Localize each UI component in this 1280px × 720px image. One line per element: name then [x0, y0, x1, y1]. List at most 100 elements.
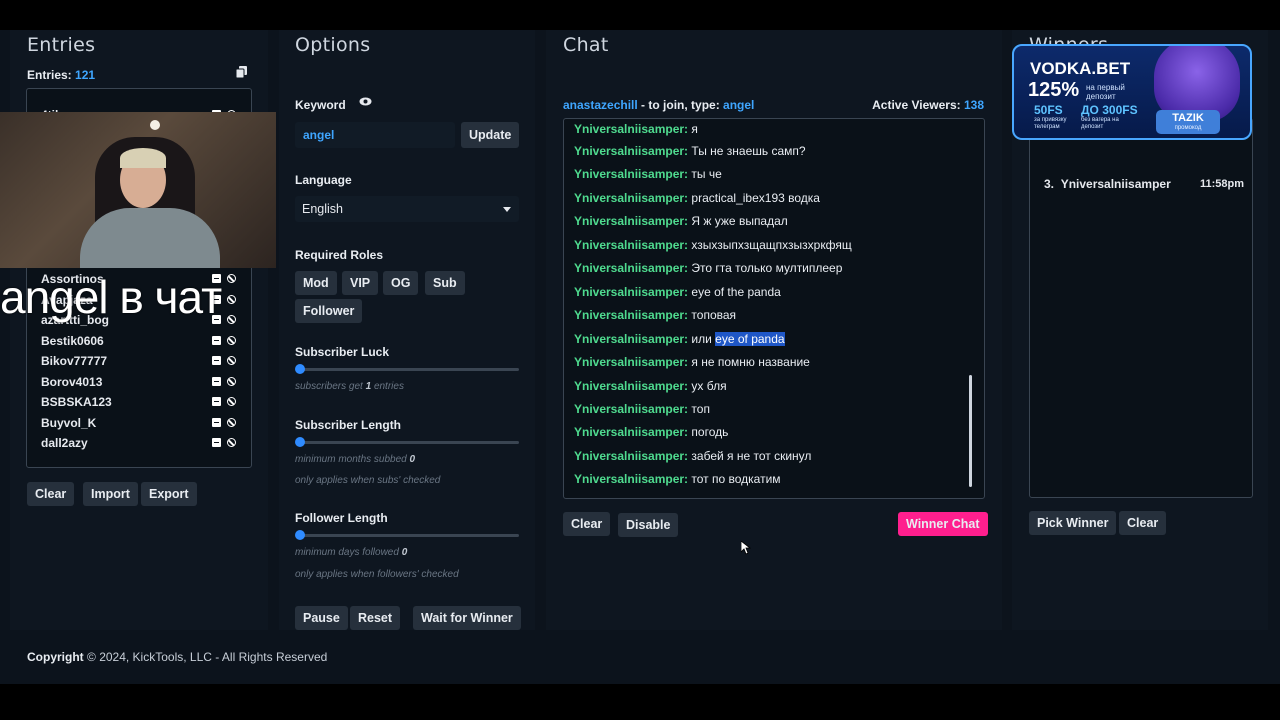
roles-label: Required Roles — [295, 248, 384, 262]
ban-icon[interactable] — [227, 295, 236, 304]
role-sub-button[interactable]: Sub — [425, 271, 465, 295]
remove-icon[interactable] — [212, 397, 221, 406]
chat-log[interactable]: Yniversalniisamper: я Yniversalniisamper… — [563, 118, 985, 499]
sub-luck-label: Subscriber Luck — [295, 345, 390, 359]
sub-length-hint2: only applies when subs' checked — [295, 475, 441, 486]
ad-fs2: ДО 300FS — [1081, 103, 1138, 117]
winners-clear-button[interactable]: Clear — [1119, 511, 1167, 535]
active-viewers: Active Viewers: 138 — [872, 98, 984, 112]
update-button[interactable]: Update — [461, 122, 520, 148]
ban-icon[interactable] — [227, 336, 236, 345]
sub-luck-hint: subscribers get 1 entries — [295, 381, 404, 392]
stream-caption: angel в чат — [0, 271, 222, 323]
winners-list[interactable]: 3. Yniversalniisamper 11:58pm — [1029, 118, 1253, 498]
follower-length-hint: minimum days followed 0 — [295, 547, 408, 558]
sub-length-slider[interactable] — [295, 437, 519, 447]
cursor-icon — [741, 541, 751, 555]
ad-fs2-sub: без вагера на депозит — [1081, 117, 1119, 130]
list-item: Bestik0606 — [41, 334, 104, 348]
chat-message: Yniversalniisamper: Ты не знаешь самп? — [574, 144, 806, 158]
ad-fs-sub: за привязку телеграм — [1034, 117, 1067, 130]
wait-for-winner-button[interactable]: Wait for Winner — [413, 606, 521, 630]
pause-button[interactable]: Pause — [295, 606, 348, 630]
entries-count: 121 — [75, 68, 96, 82]
language-select[interactable]: English — [295, 196, 519, 222]
chat-message: Yniversalniisamper: Это гта только мулти… — [574, 261, 843, 275]
sub-luck-slider[interactable] — [295, 364, 519, 374]
chat-message: Yniversalniisamper: забей я не тот скину… — [574, 449, 812, 463]
remove-icon[interactable] — [212, 377, 221, 386]
ad-promo: TAZIK промокод — [1156, 110, 1220, 134]
ad-bonus: 125% — [1028, 79, 1080, 101]
follower-length-label: Follower Length — [295, 511, 388, 525]
sub-length-hint: minimum months subbed 0 — [295, 454, 416, 465]
remove-icon[interactable] — [212, 356, 221, 365]
channel-name[interactable]: anastazechill — [563, 98, 638, 112]
ban-icon[interactable] — [227, 438, 236, 447]
chat-message: Yniversalniisamper: Я ж уже выпадал — [574, 214, 788, 228]
pick-winner-button[interactable]: Pick Winner — [1029, 511, 1117, 535]
ban-icon[interactable] — [227, 315, 236, 324]
list-item: Bikov77777 — [41, 354, 108, 368]
ban-icon[interactable] — [227, 377, 236, 386]
chat-message: Yniversalniisamper: я не помню название — [574, 355, 810, 369]
follower-length-slider[interactable] — [295, 530, 519, 540]
ban-icon[interactable] — [227, 274, 236, 283]
selected-text: eye of panda — [715, 332, 785, 346]
entries-title: Entries — [27, 34, 96, 56]
webcam-overlay — [0, 112, 276, 268]
role-vip-button[interactable]: VIP — [342, 271, 379, 295]
list-item: Buyvol_K — [41, 416, 97, 430]
reset-button[interactable]: Reset — [350, 606, 401, 630]
options-title: Options — [295, 34, 371, 56]
chat-clear-button[interactable]: Clear — [563, 512, 611, 536]
chat-message: Yniversalniisamper: тот по водкатим — [574, 472, 781, 486]
winner-row: 3. Yniversalniisamper 11:58pm — [1044, 177, 1244, 191]
chat-message: Yniversalniisamper: я — [574, 122, 698, 136]
remove-icon[interactable] — [212, 438, 221, 447]
export-button[interactable]: Export — [141, 482, 197, 506]
eye-icon[interactable] — [359, 97, 372, 106]
role-mod-button[interactable]: Mod — [295, 271, 337, 295]
chat-message: Yniversalniisamper: топ — [574, 402, 710, 416]
list-item: Borov4013 — [41, 375, 103, 389]
copy-icon[interactable] — [236, 66, 247, 78]
language-label: Language — [295, 173, 352, 187]
chat-scrollbar[interactable] — [969, 375, 972, 487]
follower-length-hint2: only applies when followers' checked — [295, 569, 459, 580]
chat-message: Yniversalniisamper: топовая — [574, 308, 737, 322]
chat-message: Yniversalniisamper: хзыхзыпхзщащпхзызхрк… — [574, 238, 852, 252]
list-item: dall2azy — [41, 436, 88, 450]
role-og-button[interactable]: OG — [383, 271, 419, 295]
sponsor-banner: VODKA.BET 125% на первый депозит 50FS за… — [1012, 44, 1252, 140]
chat-message: Yniversalniisamper: или eye of panda — [574, 332, 785, 346]
slider-knob[interactable] — [295, 364, 305, 374]
webcam-person-hair — [120, 148, 166, 168]
import-button[interactable]: Import — [83, 482, 138, 506]
ad-bonus-sub: на первый депозит — [1086, 83, 1125, 101]
remove-icon[interactable] — [212, 418, 221, 427]
chat-join-info: anastazechill - to join, type: angel — [563, 98, 755, 112]
entries-clear-button[interactable]: Clear — [27, 482, 75, 506]
slider-knob[interactable] — [295, 530, 305, 540]
webcam-lamp — [150, 120, 160, 130]
chat-message: Yniversalniisamper: ух бля — [574, 379, 727, 393]
chat-title: Chat — [563, 34, 609, 56]
footer: Copyright © 2024, KickTools, LLC - All R… — [27, 650, 328, 664]
chat-message: Yniversalniisamper: eye of the panda — [574, 285, 781, 299]
remove-icon[interactable] — [212, 336, 221, 345]
options-panel: Options — [279, 30, 535, 630]
winner-chat-button[interactable]: Winner Chat — [898, 512, 988, 536]
webcam-person-body — [80, 208, 220, 268]
ban-icon[interactable] — [227, 356, 236, 365]
keyword-input[interactable]: angel — [295, 122, 455, 148]
ad-fs: 50FS — [1034, 103, 1063, 117]
entries-count-label: Entries: 121 — [27, 68, 96, 82]
ban-icon[interactable] — [227, 397, 236, 406]
role-follower-button[interactable]: Follower — [295, 299, 363, 323]
slider-knob[interactable] — [295, 437, 305, 447]
keyword-label: Keyword — [295, 98, 346, 112]
sub-length-label: Subscriber Length — [295, 418, 402, 432]
disable-button[interactable]: Disable — [618, 513, 679, 537]
ban-icon[interactable] — [227, 418, 236, 427]
